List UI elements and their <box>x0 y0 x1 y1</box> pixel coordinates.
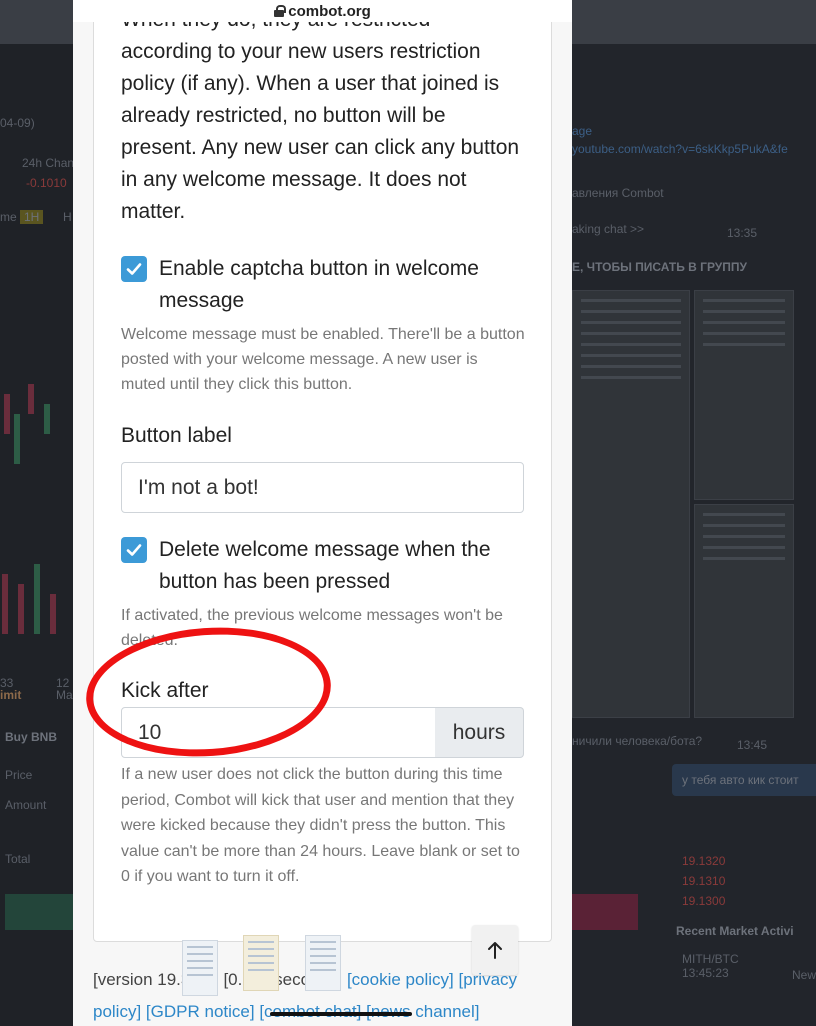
bg-screenshot <box>572 290 690 718</box>
check-icon <box>126 263 142 275</box>
bg-text: 13:45:23 <box>682 966 729 980</box>
bg-buy-button <box>5 894 75 930</box>
bg-text: aking chat >> <box>572 222 645 236</box>
button-label-title: Button label <box>121 424 232 447</box>
kick-after-input[interactable]: 10 <box>121 707 436 758</box>
captcha-help: Welcome message must be enabled. There'l… <box>121 326 525 393</box>
bg-screenshot <box>694 504 794 718</box>
bg-text: 13:45 <box>737 738 768 752</box>
preview-thumbnail[interactable] <box>243 935 279 991</box>
bg-text: 19.1320 <box>682 854 726 868</box>
bg-chat-bubble: у тебя авто кик стоит <box>672 764 816 796</box>
bg-text: Е, ЧТОБЫ ПИСАТЬ В ГРУППУ <box>572 260 747 274</box>
bg-text: New <box>792 968 816 982</box>
bg-text: ничили человека/бота? <box>572 734 703 748</box>
check-icon <box>126 544 142 556</box>
bg-sell-button <box>572 894 638 930</box>
bg-text: Price <box>5 768 33 782</box>
bg-text: -0.1010 <box>26 176 67 190</box>
background-left-panel: 04-09) 24h Chan -0.1010 me 1H H 33 12 im… <box>0 44 75 1026</box>
bg-text: MITH/BTC <box>682 952 739 966</box>
bg-text: H <box>63 210 72 224</box>
video-scrubber[interactable] <box>270 1012 412 1016</box>
kick-after-title: Kick after <box>121 679 209 702</box>
bg-text: 19.1300 <box>682 894 726 908</box>
delete-welcome-checkbox[interactable] <box>121 537 147 563</box>
delete-welcome-help: If activated, the previous welcome messa… <box>121 607 503 649</box>
hours-addon: hours <box>435 707 524 758</box>
arrow-up-icon <box>488 942 502 959</box>
bg-text: у тебя авто кик стоит <box>682 773 799 787</box>
captcha-label[interactable]: Enable captcha button in welcome message <box>159 253 519 317</box>
address-bar[interactable]: combot.org <box>73 0 572 22</box>
settings-page: When they do, they are restricted accord… <box>73 22 572 1026</box>
bg-text: Recent Market Activi <box>676 924 794 938</box>
bg-text: youtube.com/watch?v=6skKkp5PukA&fe <box>572 142 788 156</box>
bg-text: Buy BNB <box>5 730 58 744</box>
bg-text: Amount <box>5 798 47 812</box>
lock-icon <box>274 5 287 17</box>
bg-text: 13:35 <box>727 226 758 240</box>
preview-thumbnail[interactable] <box>182 940 218 996</box>
bg-text: Total <box>5 852 31 866</box>
bg-text: 24h Chan <box>22 156 75 170</box>
cookie-policy-link[interactable]: [cookie policy] <box>347 970 454 989</box>
delete-welcome-option: Delete welcome message when the button h… <box>121 534 519 598</box>
bg-screenshot <box>694 290 794 500</box>
delete-welcome-label[interactable]: Delete welcome message when the button h… <box>159 534 519 598</box>
gdpr-notice-link[interactable]: [GDPR notice] <box>146 1002 255 1021</box>
intro-paragraph: When they do, they are restricted accord… <box>121 22 520 223</box>
url-text: combot.org <box>288 2 371 20</box>
bg-text: 04-09) <box>0 116 35 130</box>
kick-after-help: If a new user does not click the button … <box>121 766 520 885</box>
bg-text: 1H <box>20 210 44 224</box>
captcha-checkbox[interactable] <box>121 256 147 282</box>
button-label-input[interactable]: I'm not a bot! <box>121 462 524 513</box>
preview-thumbnail[interactable] <box>305 935 341 991</box>
bg-text: авления Combot <box>572 186 664 200</box>
captcha-option: Enable captcha button in welcome message <box>121 253 519 317</box>
bg-text: Ma <box>56 688 73 702</box>
bg-text: 19.1310 <box>682 874 726 888</box>
bg-text: imit <box>0 688 22 702</box>
bg-text: me <box>0 210 17 224</box>
bg-text: age <box>572 124 593 138</box>
